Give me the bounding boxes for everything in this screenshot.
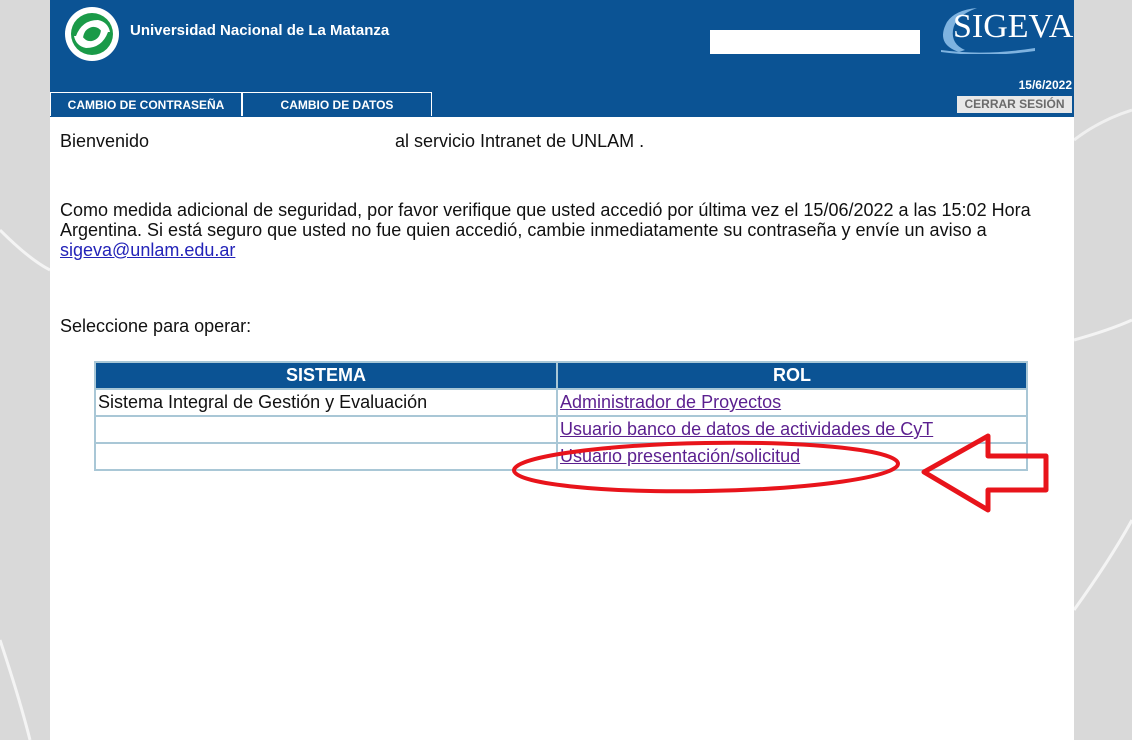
welcome-service-text: al servicio Intranet de UNLAM . — [395, 131, 645, 151]
table-row: Usuario presentación/solicitud — [94, 442, 1028, 471]
unlam-logo — [64, 6, 120, 62]
select-prompt: Seleccione para operar: — [60, 316, 252, 336]
table-row: Sistema Integral de Gestión y Evaluación… — [94, 388, 1028, 417]
column-header-rol: ROL — [556, 361, 1028, 390]
brand-name: SIGEVA — [953, 8, 1074, 45]
role-link-presentacion-solicitud[interactable]: Usuario presentación/solicitud — [560, 446, 800, 466]
table-row: Usuario banco de datos de actividades de… — [94, 415, 1028, 444]
roles-table: SISTEMA ROL Sistema Integral de Gestión … — [94, 361, 1028, 471]
top-header: Universidad Nacional de La Matanza SIGEV… — [50, 0, 1074, 117]
logout-button[interactable]: CERRAR SESIÓN — [957, 96, 1072, 113]
sigeva-logo: SIGEVA — [925, 4, 1075, 54]
sistema-cell — [94, 442, 558, 471]
rol-cell: Usuario banco de datos de actividades de… — [556, 415, 1028, 444]
main-content: Bienvenido al servicio Intranet de UNLAM… — [50, 117, 1074, 740]
sistema-cell: Sistema Integral de Gestión y Evaluación — [94, 388, 558, 417]
role-link-admin-proyectos[interactable]: Administrador de Proyectos — [560, 392, 781, 412]
unlam-logo-icon — [65, 7, 119, 61]
header-search-input[interactable] — [710, 30, 920, 54]
role-link-banco-datos[interactable]: Usuario banco de datos de actividades de… — [560, 419, 933, 439]
rol-cell: Usuario presentación/solicitud — [556, 442, 1028, 471]
welcome-text: Bienvenido — [60, 131, 150, 151]
rol-cell: Administrador de Proyectos — [556, 388, 1028, 417]
table-header-row: SISTEMA ROL — [94, 361, 1028, 390]
security-notice: Como medida adicional de seguridad, por … — [60, 200, 1060, 260]
current-date: 15/6/2022 — [1018, 78, 1072, 92]
security-notice-text: Como medida adicional de seguridad, por … — [60, 200, 1031, 240]
column-header-sistema: SISTEMA — [94, 361, 558, 390]
institution-name: Universidad Nacional de La Matanza — [130, 22, 390, 39]
support-email-link[interactable]: sigeva@unlam.edu.ar — [60, 240, 235, 260]
tab-change-password[interactable]: CAMBIO DE CONTRASEÑA — [50, 92, 242, 116]
tab-change-data[interactable]: CAMBIO DE DATOS — [242, 92, 432, 116]
sistema-cell — [94, 415, 558, 444]
